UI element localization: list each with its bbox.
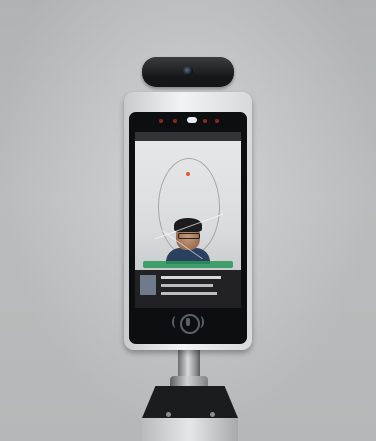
ir-sensor xyxy=(159,119,163,123)
screw xyxy=(210,412,215,417)
stand-base-bottom xyxy=(142,418,238,441)
status-bar xyxy=(135,132,241,141)
camera-lens-icon xyxy=(183,66,193,76)
camera-feed-person xyxy=(166,218,210,264)
face-recognition-terminal xyxy=(124,92,252,350)
ir-sensor xyxy=(215,119,219,123)
stand-base-top xyxy=(142,386,238,418)
thermal-camera-module xyxy=(142,57,234,87)
avatar xyxy=(140,275,156,295)
nfc-reader[interactable] xyxy=(168,308,208,338)
info-line-placeholder xyxy=(161,292,217,295)
person-glasses xyxy=(178,233,200,239)
nfc-wave xyxy=(172,316,180,328)
nfc-wave xyxy=(196,316,204,328)
device-screen[interactable] xyxy=(135,132,241,308)
temperature-marker xyxy=(186,172,190,176)
nfc-icon-center xyxy=(186,318,190,326)
info-line-placeholder xyxy=(161,284,213,287)
info-panel xyxy=(135,270,241,308)
device-bezel xyxy=(129,112,247,344)
recognition-banner xyxy=(143,261,233,268)
screw xyxy=(166,412,171,417)
front-camera xyxy=(187,117,197,123)
info-line-placeholder xyxy=(161,276,221,279)
ir-sensor xyxy=(173,119,177,123)
stand-base xyxy=(142,378,238,441)
ir-sensor xyxy=(203,119,207,123)
